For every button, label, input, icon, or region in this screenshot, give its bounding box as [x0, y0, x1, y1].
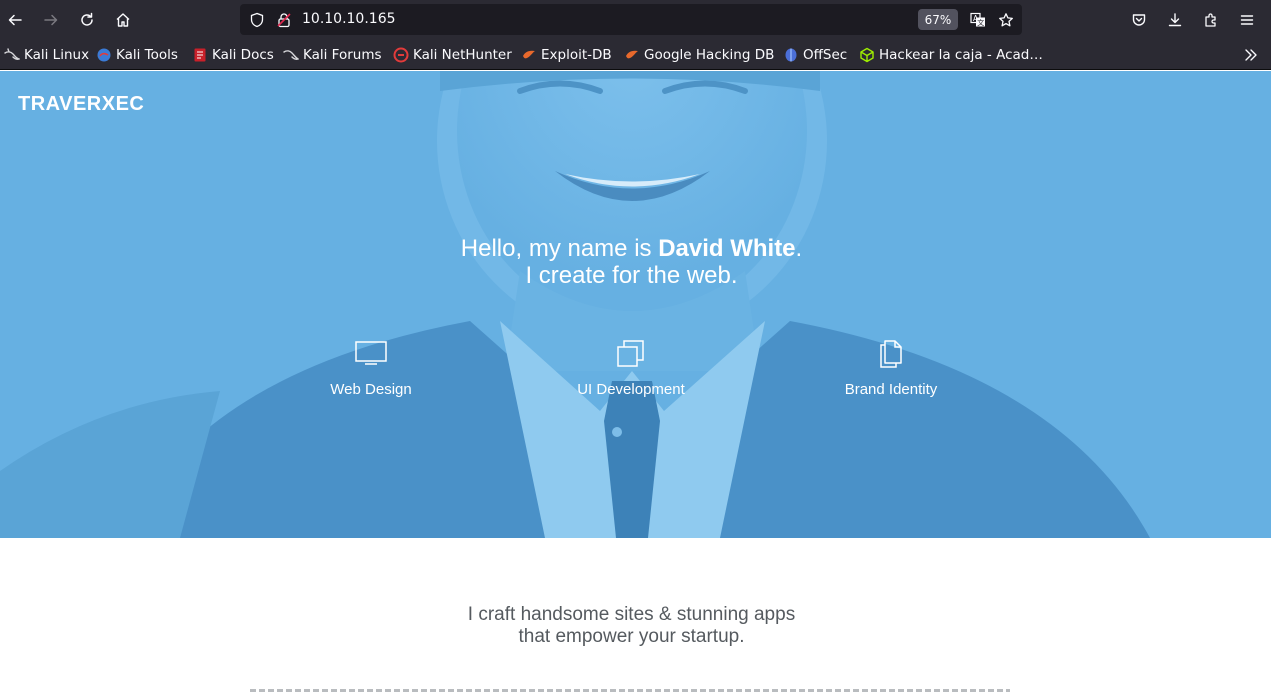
windows-stack-icon [531, 339, 731, 369]
chevron-double-right-icon [1245, 49, 1257, 61]
kali-tools-icon [96, 47, 112, 63]
reload-button[interactable] [73, 6, 101, 34]
offsec-icon [783, 47, 799, 63]
bookmark-kali-nethunter[interactable]: Kali NetHunter [393, 45, 512, 65]
back-button[interactable] [1, 6, 29, 34]
bookmark-kali-forums[interactable]: Kali Forums [283, 45, 382, 65]
shield-icon[interactable] [248, 11, 265, 28]
bookmark-offsec[interactable]: OffSec [783, 45, 847, 65]
download-icon [1168, 13, 1182, 27]
hamburger-menu-icon [1240, 15, 1254, 25]
intro-line-2: that empower your startup. [518, 626, 745, 647]
insecure-lock-icon[interactable] [275, 11, 292, 28]
bookmark-hackear-la-caja[interactable]: Hackear la caja - Acad… [859, 45, 1043, 65]
bookmark-star-icon[interactable] [997, 11, 1014, 28]
bookmarks-overflow-button[interactable] [1241, 45, 1261, 65]
intro-paragraph-cutoff [250, 686, 1010, 692]
intro-heading: I craft handsome sites & stunning apps t… [0, 604, 1263, 648]
home-button[interactable] [109, 6, 137, 34]
url-text[interactable]: 10.10.10.165 [302, 11, 396, 27]
bookmark-google-hacking-db[interactable]: Google Hacking DB [624, 45, 774, 65]
bookmark-label: Exploit-DB [541, 47, 612, 63]
pocket-button[interactable] [1125, 6, 1153, 34]
bookmark-label: Kali Docs [212, 47, 274, 63]
hero-tagline: I create for the web. [525, 262, 738, 289]
bookmark-label: Kali Forums [303, 47, 382, 63]
bookmark-label: Kali Linux [24, 47, 90, 63]
monitor-icon [271, 339, 471, 369]
forward-button[interactable] [37, 6, 65, 34]
hero-section: TRAVERXEC Hello, my name is David White.… [0, 71, 1271, 538]
hero-greeting-end: . [795, 235, 803, 262]
bookmark-kali-docs[interactable]: Kali Docs [192, 45, 274, 65]
svg-text:文: 文 [977, 18, 984, 27]
kali-docs-icon [192, 47, 208, 63]
bookmark-label: Hackear la caja - Acad… [879, 47, 1043, 63]
puzzle-piece-icon [1205, 13, 1216, 27]
service-label: Brand Identity [844, 381, 938, 398]
site-logo[interactable]: TRAVERXEC [18, 93, 144, 116]
arrow-left-icon [8, 14, 22, 26]
bookmark-exploit-db[interactable]: Exploit-DB [521, 45, 612, 65]
htb-cube-icon [859, 47, 875, 63]
service-web-design: Web Design [271, 339, 471, 398]
arrow-right-icon [44, 14, 58, 26]
bookmark-kali-linux[interactable]: Kali Linux [4, 45, 89, 65]
bookmark-label: OffSec [803, 47, 848, 63]
downloads-button[interactable] [1161, 6, 1189, 34]
menu-button[interactable] [1233, 6, 1261, 34]
hero-greeting: Hello, my name is [460, 235, 659, 262]
reload-icon [81, 12, 93, 26]
service-brand-identity: Brand Identity [791, 339, 991, 398]
bookmark-label: Google Hacking DB [644, 47, 775, 63]
hero-name: David White [658, 235, 796, 262]
exploit-db-icon [521, 47, 537, 63]
documents-icon [791, 339, 991, 369]
service-label: Web Design [330, 381, 412, 398]
hero-background-photo [0, 71, 1271, 538]
url-bar[interactable]: 10.10.10.165 67% A文 [240, 4, 1022, 35]
extensions-button[interactable] [1197, 6, 1225, 34]
hero-heading: Hello, my name is David White. I create … [0, 235, 1263, 289]
bookmark-label: Kali NetHunter [413, 47, 512, 63]
bookmark-kali-tools[interactable]: Kali Tools [96, 45, 178, 65]
bookmark-label: Kali Tools [116, 47, 178, 63]
nethunter-icon [393, 47, 409, 63]
intro-line-1: I craft handsome sites & stunning apps [467, 604, 796, 625]
translate-icon[interactable]: A文 [969, 11, 986, 28]
kali-dragon-icon [4, 47, 20, 63]
pocket-icon [1132, 14, 1146, 26]
zoom-level-badge[interactable]: 67% [918, 9, 958, 30]
browser-toolbar: 10.10.10.165 67% A文 [0, 0, 1271, 40]
service-ui-development: UI Development [531, 339, 731, 398]
bookmarks-toolbar: Kali Linux Kali Tools Kali Docs Kali For… [0, 40, 1271, 70]
kali-dragon-icon [283, 47, 299, 63]
exploit-db-icon [624, 47, 640, 63]
service-label: UI Development [577, 381, 685, 398]
home-icon [116, 13, 130, 27]
